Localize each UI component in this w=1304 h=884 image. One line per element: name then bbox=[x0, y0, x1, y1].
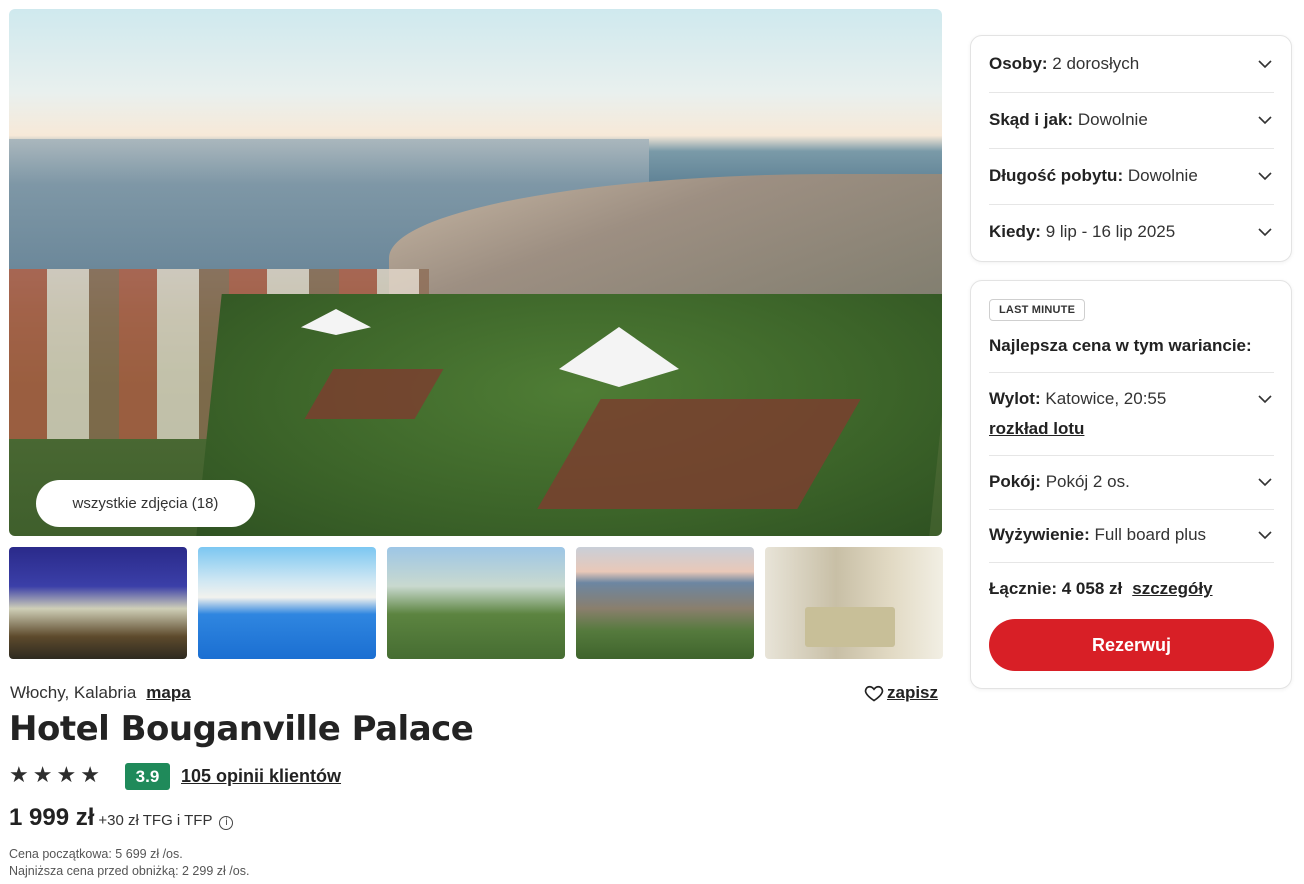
divider bbox=[989, 455, 1274, 456]
room-value: Pokój 2 os. bbox=[1045, 472, 1130, 491]
main-hotel-photo[interactable]: wszystkie zdjęcia (18) bbox=[9, 9, 942, 536]
room-label: Pokój: bbox=[989, 472, 1041, 491]
reviews-link[interactable]: 105 opinii klientów bbox=[181, 766, 341, 787]
length-value: Dowolnie bbox=[1127, 166, 1198, 185]
stay-length-selector[interactable]: Długość pobytu: Dowolnie bbox=[989, 164, 1274, 188]
divider bbox=[989, 509, 1274, 510]
divider bbox=[989, 92, 1274, 93]
length-label: Długość pobytu: bbox=[989, 166, 1124, 185]
when-value: 9 lip - 16 lip 2025 bbox=[1045, 222, 1176, 241]
chevron-down-icon bbox=[1258, 478, 1272, 487]
people-label: Osoby: bbox=[989, 54, 1048, 73]
flight-label: Wylot: bbox=[989, 389, 1041, 408]
board-value: Full board plus bbox=[1094, 525, 1207, 544]
price-extra: +30 zł TFG i TFP bbox=[98, 812, 213, 829]
hotel-location: Włochy, Kalabria mapa bbox=[10, 683, 191, 703]
people-value: 2 dorosłych bbox=[1052, 54, 1140, 73]
price-value: 1 999 zł bbox=[9, 804, 95, 831]
all-photos-button[interactable]: wszystkie zdjęcia (18) bbox=[36, 480, 255, 527]
lowest-price-before-discount: Najniższa cena przed obniżką: 2 299 zł /… bbox=[9, 864, 250, 878]
details-link[interactable]: szczegóły bbox=[1132, 579, 1212, 599]
location-text: Włochy, Kalabria bbox=[10, 683, 137, 702]
hotel-stars: ★ ★ ★ ★ bbox=[9, 764, 100, 788]
divider bbox=[989, 148, 1274, 149]
board-label: Wyżywienie: bbox=[989, 525, 1090, 544]
offer-panel: LAST MINUTE Najlepsza cena w tym warianc… bbox=[970, 280, 1292, 689]
gallery-thumbnail[interactable] bbox=[765, 547, 943, 659]
photo-bed bbox=[805, 607, 895, 647]
star-icon: ★ bbox=[32, 763, 53, 788]
flight-selector[interactable]: Wylot: Katowice, 20:55 bbox=[989, 387, 1274, 411]
total-row: Łącznie: 4 058 zł szczegóły bbox=[989, 577, 1274, 601]
star-icon: ★ bbox=[56, 763, 77, 788]
price-fineprint: Cena początkowa: 5 699 zł /os. Najniższa… bbox=[9, 846, 249, 880]
people-selector[interactable]: Osoby: 2 dorosłych bbox=[989, 52, 1274, 76]
chevron-down-icon bbox=[1258, 395, 1272, 404]
divider bbox=[989, 204, 1274, 205]
gallery-thumbnail[interactable] bbox=[198, 547, 376, 659]
best-price-heading: Najlepsza cena w tym wariancie: bbox=[989, 336, 1252, 355]
book-button[interactable]: Rezerwuj bbox=[989, 619, 1274, 671]
map-link[interactable]: mapa bbox=[146, 683, 190, 703]
board-selector[interactable]: Wyżywienie: Full board plus bbox=[989, 523, 1274, 547]
star-icon: ★ bbox=[80, 763, 100, 788]
save-label: zapisz bbox=[887, 683, 939, 702]
departure-selector[interactable]: Skąd i jak: Dowolnie bbox=[989, 108, 1274, 132]
chevron-down-icon bbox=[1258, 531, 1272, 540]
info-icon[interactable]: i bbox=[219, 815, 234, 830]
chevron-down-icon bbox=[1258, 172, 1272, 181]
from-label: Skąd i jak: bbox=[989, 110, 1074, 129]
heart-icon bbox=[864, 685, 884, 702]
chevron-down-icon bbox=[1258, 116, 1272, 125]
save-button[interactable]: zapisz bbox=[864, 683, 938, 703]
gallery-thumbnail[interactable] bbox=[576, 547, 754, 659]
total-price: Łącznie: 4 058 zł bbox=[989, 579, 1123, 598]
hotel-title: Hotel Bouganville Palace bbox=[9, 709, 474, 749]
from-value: Dowolnie bbox=[1077, 110, 1148, 129]
flight-schedule-link[interactable]: rozkład lotu bbox=[989, 419, 1084, 439]
date-selector[interactable]: Kiedy: 9 lip - 16 lip 2025 bbox=[989, 220, 1274, 244]
flight-value: Katowice, 20:55 bbox=[1045, 389, 1167, 408]
chevron-down-icon bbox=[1258, 228, 1272, 237]
chevron-down-icon bbox=[1258, 60, 1272, 69]
price-block: 1 999 zł +30 zł TFG i TFP i bbox=[9, 804, 234, 832]
when-label: Kiedy: bbox=[989, 222, 1041, 241]
divider bbox=[989, 372, 1274, 373]
gallery-thumbnail[interactable] bbox=[9, 547, 187, 659]
room-selector[interactable]: Pokój: Pokój 2 os. bbox=[989, 470, 1274, 494]
star-icon: ★ bbox=[9, 763, 29, 788]
rating-badge: 3.9 bbox=[125, 763, 170, 790]
initial-price: Cena początkowa: 5 699 zł /os. bbox=[9, 847, 183, 861]
search-options-panel: Osoby: 2 dorosłych Skąd i jak: Dowolnie … bbox=[970, 35, 1292, 262]
gallery-thumbnail[interactable] bbox=[387, 547, 565, 659]
divider bbox=[989, 562, 1274, 563]
last-minute-badge: LAST MINUTE bbox=[989, 299, 1086, 321]
